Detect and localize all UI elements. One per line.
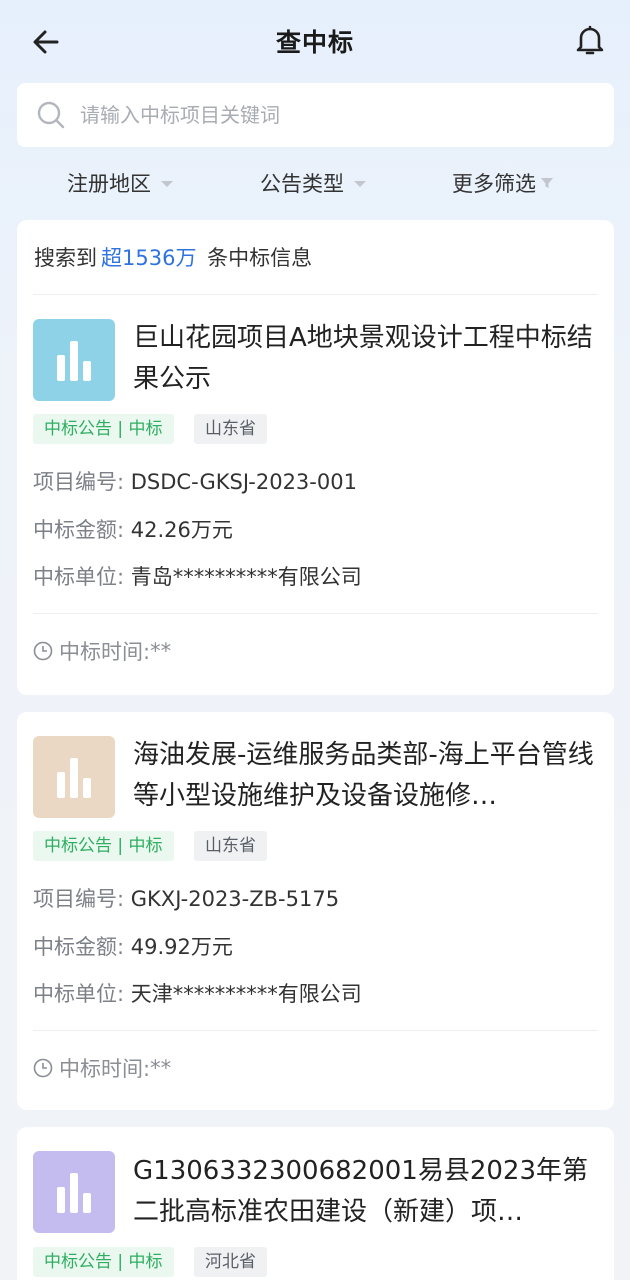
bid-amount: 中标金额: 49.92万元 — [33, 931, 233, 961]
filter-more[interactable]: 更多筛选 — [452, 168, 554, 198]
clock-icon — [33, 1058, 53, 1078]
item-title[interactable]: 巨山花园项目A地块景观设计工程中标结果公示 — [133, 318, 596, 400]
top-bar: 查中标 — [0, 0, 630, 82]
search-input[interactable] — [80, 103, 580, 127]
notice-type-tag: 中标公告 | 中标 — [33, 414, 174, 444]
region-tag: 河北省 — [194, 1247, 267, 1277]
project-number: 项目编号: DSDC-GKSJ-2023-001 — [33, 466, 357, 496]
winning-company-label: 中标单位: — [33, 565, 131, 589]
project-number-value: GKXJ-2023-ZB-5175 — [130, 887, 340, 911]
bid-time-label: 中标时间: — [59, 1057, 151, 1081]
winning-company-label: 中标单位: — [33, 982, 131, 1006]
winning-company-value: 天津**********有限公司 — [130, 982, 362, 1006]
summary-suffix: 条中标信息 — [207, 246, 313, 270]
bar-chart-icon — [33, 319, 115, 401]
result-card-3[interactable]: G1306332300682001易县2023年第二批高标准农田建设（新建）项…… — [17, 1127, 614, 1280]
filter-notice-type[interactable]: 公告类型 — [260, 168, 366, 198]
item-title[interactable]: G1306332300682001易县2023年第二批高标准农田建设（新建）项… — [133, 1151, 596, 1233]
result-card-1[interactable]: 搜索到 超1536万 条中标信息 巨山花园项目A地块景观设计工程中标结果公示 中标… — [17, 220, 614, 695]
bell-icon[interactable] — [570, 20, 610, 60]
winning-company-value: 青岛**********有限公司 — [130, 565, 362, 589]
filter-region-label: 注册地区 — [67, 172, 151, 196]
bid-amount-value: 42.26万元 — [130, 518, 233, 542]
filter-more-label: 更多筛选 — [452, 172, 536, 196]
bid-amount-value: 49.92万元 — [130, 935, 233, 959]
search-icon — [34, 98, 68, 132]
search-bar[interactable] — [17, 83, 614, 147]
project-number-label: 项目编号: — [33, 470, 131, 494]
region-tag: 山东省 — [194, 831, 267, 861]
summary-prefix: 搜索到 — [34, 246, 97, 270]
page-title: 查中标 — [275, 28, 354, 57]
winning-company: 中标单位: 天津**********有限公司 — [33, 978, 362, 1008]
winning-company: 中标单位: 青岛**********有限公司 — [33, 561, 362, 591]
caret-down-icon — [354, 181, 366, 187]
result-summary: 搜索到 超1536万 条中标信息 — [34, 242, 312, 272]
result-count-value: 超1536万 — [101, 246, 197, 270]
project-number-value: DSDC-GKSJ-2023-001 — [130, 470, 357, 494]
notice-type-tag: 中标公告 | 中标 — [33, 831, 174, 861]
clock-icon — [33, 641, 53, 661]
divider — [33, 613, 598, 614]
bid-time-value: ** — [150, 1056, 172, 1080]
bar-chart-icon — [33, 1151, 115, 1233]
back-arrow-icon[interactable] — [26, 22, 66, 62]
divider — [33, 1030, 598, 1031]
notice-type-tag: 中标公告 | 中标 — [33, 1247, 174, 1277]
bid-time-label: 中标时间: — [59, 640, 151, 664]
caret-down-icon — [161, 181, 173, 187]
bid-time: 中标时间: ** — [33, 1053, 171, 1083]
bar-chart-icon — [33, 736, 115, 818]
result-card-2[interactable]: 海油发展-运维服务品类部-海上平台管线等小型设施维护及设备设施修… 中标公告 |… — [17, 712, 614, 1110]
filter-notice-type-label: 公告类型 — [260, 172, 344, 196]
bid-time: 中标时间: ** — [33, 636, 171, 666]
bid-time-value: ** — [150, 639, 172, 663]
bid-amount-label: 中标金额: — [33, 518, 131, 542]
divider — [33, 294, 598, 295]
bid-amount-label: 中标金额: — [33, 935, 131, 959]
region-tag: 山东省 — [194, 414, 267, 444]
project-number: 项目编号: GKXJ-2023-ZB-5175 — [33, 883, 339, 913]
filter-bar: 注册地区 公告类型 更多筛选 — [0, 158, 630, 208]
funnel-icon — [540, 176, 554, 190]
filter-region[interactable]: 注册地区 — [67, 168, 173, 198]
bid-amount: 中标金额: 42.26万元 — [33, 514, 233, 544]
project-number-label: 项目编号: — [33, 887, 131, 911]
item-title[interactable]: 海油发展-运维服务品类部-海上平台管线等小型设施维护及设备设施修… — [133, 735, 596, 817]
